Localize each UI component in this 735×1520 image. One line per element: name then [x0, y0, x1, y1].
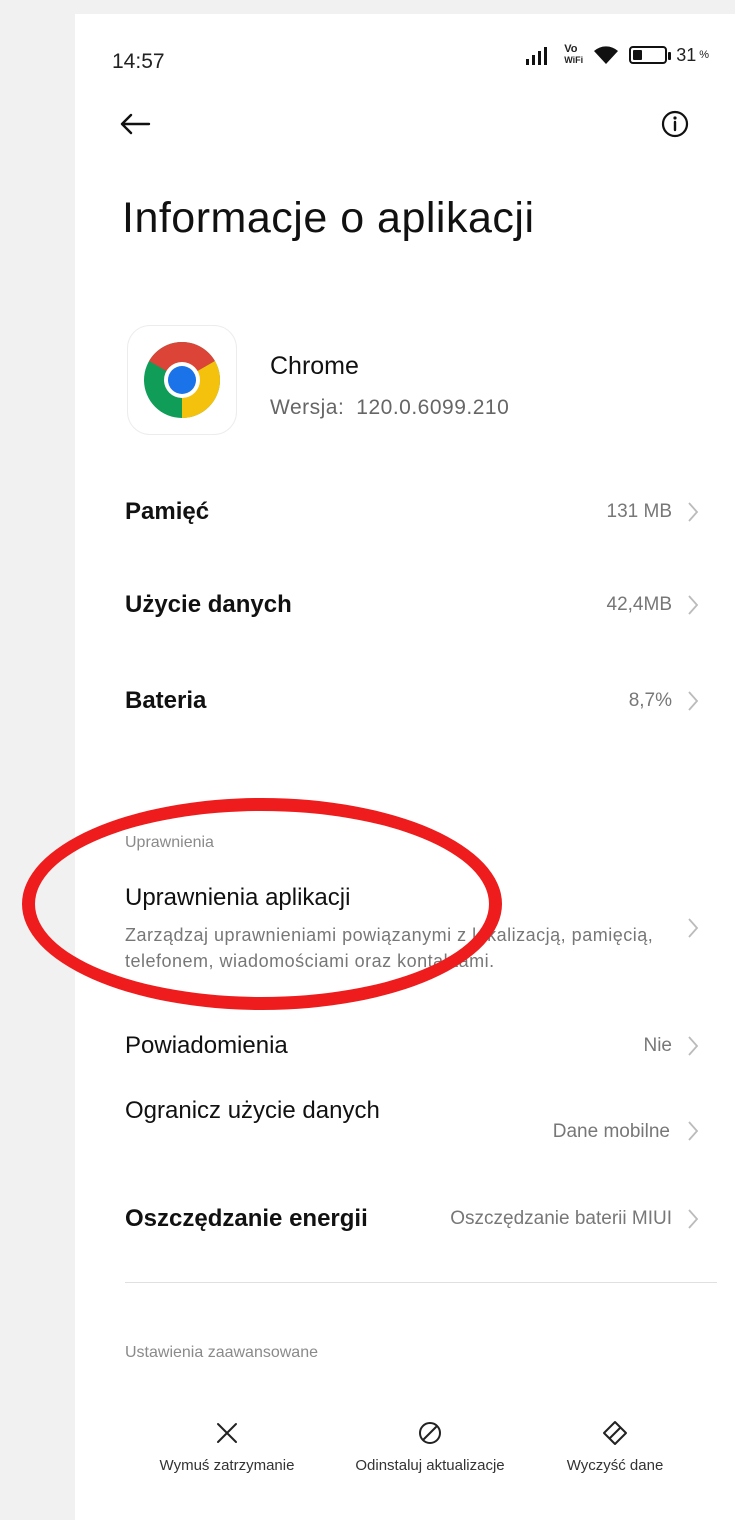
app-header: Chrome Wersja: 120.0.6099.210	[128, 326, 688, 436]
notifications-row[interactable]: Powiadomienia Nie	[125, 1026, 700, 1066]
chrome-icon	[144, 342, 220, 418]
notifications-label: Powiadomienia	[125, 1032, 288, 1059]
volte-label: Vo	[564, 43, 578, 55]
data-usage-label: Użycie danych	[125, 591, 292, 618]
phone-screen: 14:57 Vo WiFi 31% Informacje o aplikacji…	[75, 14, 735, 1520]
storage-label: Pamięć	[125, 498, 210, 525]
storage-row[interactable]: Pamięć 131 MB	[125, 492, 700, 532]
restrict-data-label: Ogranicz użycie danych	[125, 1097, 380, 1124]
storage-value: 131 MB	[606, 501, 672, 522]
restrict-data-row[interactable]: Ogranicz użycie danych Dane mobilne	[125, 1093, 700, 1173]
battery-percent: 31	[676, 44, 697, 65]
data-usage-value: 42,4MB	[606, 594, 672, 615]
battery-percent-suffix: %	[699, 49, 709, 61]
battery-label: Bateria	[125, 687, 207, 714]
chevron-right-icon	[688, 1121, 699, 1141]
app-version: Wersja: 120.0.6099.210	[270, 396, 509, 420]
section-divider	[125, 1282, 717, 1283]
chevron-right-icon	[688, 502, 699, 522]
clear-data-button[interactable]: Wyczyść dane	[540, 1419, 690, 1474]
wifi-calling-label: WiFi	[564, 55, 584, 65]
permissions-section-caption: Uprawnienia	[125, 834, 214, 851]
wifi-icon	[594, 46, 619, 64]
info-icon[interactable]	[655, 104, 695, 144]
chevron-right-icon	[688, 1036, 699, 1056]
battery-saver-label: Oszczędzanie energii	[125, 1205, 368, 1232]
battery-indicator: 31%	[629, 45, 709, 66]
app-version-value: 120.0.6099.210	[356, 396, 510, 419]
uninstall-updates-label: Odinstaluj aktualizacje	[355, 1457, 505, 1474]
advanced-settings-caption: Ustawienia zaawansowane	[125, 1344, 318, 1361]
status-time: 14:57	[112, 50, 165, 73]
battery-saver-row[interactable]: Oszczędzanie energii Oszczędzanie bateri…	[125, 1199, 700, 1239]
data-usage-row[interactable]: Użycie danych 42,4MB	[125, 585, 700, 625]
battery-value: 8,7%	[628, 690, 672, 711]
chevron-right-icon	[688, 1209, 699, 1229]
restrict-data-value: Dane mobilne	[552, 1121, 670, 1142]
chevron-right-icon	[688, 595, 699, 615]
uninstall-updates-button[interactable]: Odinstaluj aktualizacje	[315, 1419, 545, 1474]
close-icon	[217, 1423, 237, 1443]
app-name: Chrome	[270, 352, 359, 380]
app-version-label: Wersja:	[270, 396, 345, 419]
notifications-value: Nie	[643, 1035, 672, 1056]
clear-data-label: Wyczyść dane	[566, 1457, 664, 1474]
chevron-right-icon	[688, 918, 699, 938]
force-stop-label: Wymuś zatrzymanie	[159, 1457, 295, 1474]
force-stop-button[interactable]: Wymuś zatrzymanie	[122, 1419, 332, 1474]
status-bar: 14:57 Vo WiFi 31%	[75, 38, 735, 78]
block-icon	[419, 1422, 441, 1444]
eraser-icon	[603, 1421, 627, 1445]
app-permissions-description: Zarządzaj uprawnieniami powiązanymi z lo…	[125, 925, 654, 971]
chevron-right-icon	[688, 691, 699, 711]
volte-wifi-icon: Vo WiFi	[564, 44, 583, 66]
battery-saver-value: Oszczędzanie baterii MIUI	[450, 1208, 672, 1229]
app-icon-tile	[128, 326, 236, 434]
app-permissions-title: Uprawnienia aplikacji	[125, 884, 351, 911]
app-permissions-row[interactable]: Uprawnienia aplikacji Zarządzaj uprawnie…	[125, 884, 700, 974]
top-app-bar	[75, 94, 735, 154]
back-arrow-icon[interactable]	[115, 104, 155, 144]
page-title: Informacje o aplikacji	[122, 194, 535, 242]
signal-icon	[526, 47, 548, 65]
status-icons: Vo WiFi 31%	[526, 44, 709, 66]
battery-row[interactable]: Bateria 8,7%	[125, 681, 700, 721]
bottom-action-bar: Wymuś zatrzymanie Odinstaluj aktualizacj…	[75, 1419, 735, 1509]
battery-icon	[629, 46, 672, 64]
